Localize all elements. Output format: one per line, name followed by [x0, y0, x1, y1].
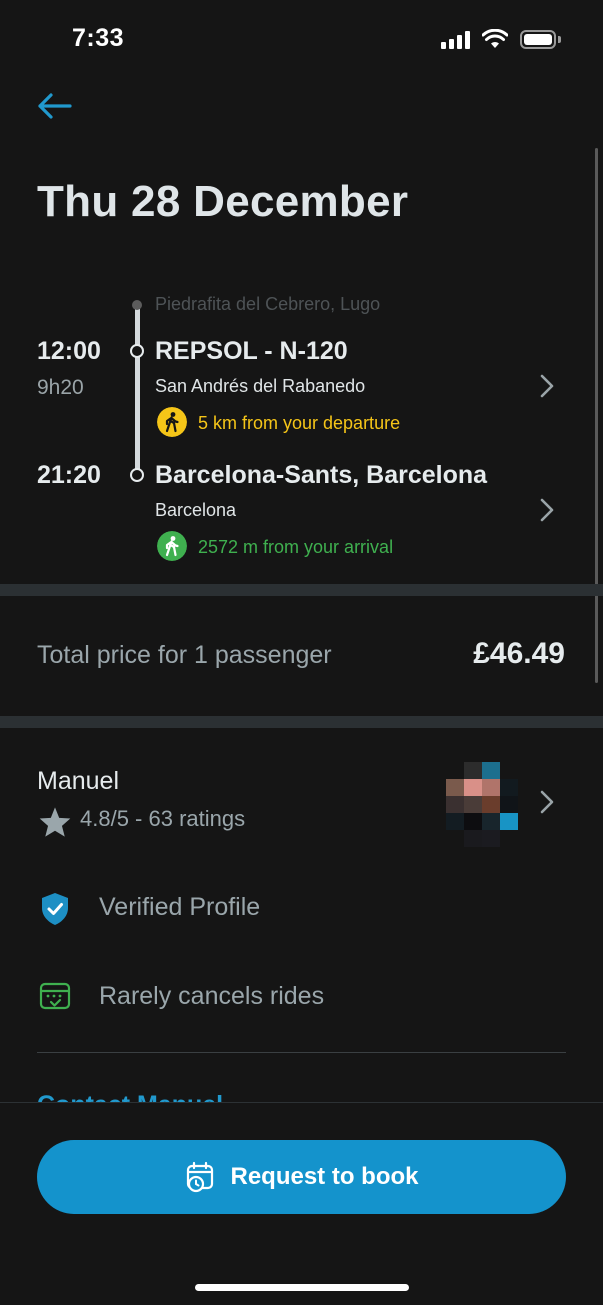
chevron-right-icon[interactable]: [536, 373, 558, 399]
arrival-stop-city: Barcelona: [155, 500, 237, 520]
arrival-stop-name: Barcelona-Sants, Barcelona: [155, 461, 488, 489]
arrival-time: 21:20: [37, 461, 101, 489]
driver-rating: 4.8/5 - 63 ratings: [80, 806, 246, 831]
departure-time: 12:00: [37, 337, 101, 365]
avatar: [446, 762, 518, 848]
scrollbar[interactable]: [595, 148, 598, 683]
verified-profile-label: Verified Profile: [99, 893, 261, 921]
battery-cap: [558, 36, 561, 43]
driver-profile-row[interactable]: Manuel 4.8/5 - 63 ratings: [0, 740, 603, 860]
origin-dot: [132, 300, 142, 310]
divider-line: [37, 1052, 566, 1053]
verified-shield-icon: [42, 893, 68, 925]
section-divider: [0, 584, 603, 596]
page-title: Thu 28 December: [37, 177, 409, 226]
calendar-check-icon: [39, 982, 71, 1010]
request-to-book-button[interactable]: Request to book: [37, 1140, 566, 1214]
back-arrow-icon[interactable]: [34, 88, 78, 124]
arrival-walk-distance: 2572 m from your arrival: [198, 537, 394, 557]
section-divider: [0, 716, 603, 728]
departure-stop-city: San Andrés del Rabanedo: [155, 376, 366, 396]
battery-icon: [520, 30, 556, 49]
departure-dot: [130, 344, 144, 358]
calendar-clock-icon: [187, 1161, 214, 1193]
departure-walk-distance: 5 km from your departure: [198, 413, 401, 433]
departure-stop-name: REPSOL - N-120: [155, 337, 348, 365]
walking-person-icon: [157, 407, 187, 437]
departure-stop[interactable]: REPSOL - N-120 San Andrés del Rabanedo 5…: [155, 333, 575, 443]
wifi-icon: [482, 29, 508, 48]
cellular-signal-icon: [441, 31, 471, 49]
origin-label: Piedrafita del Cebrero, Lugo: [155, 294, 381, 314]
home-indicator[interactable]: [195, 1284, 409, 1291]
arrival-dot: [130, 468, 144, 482]
chevron-right-icon[interactable]: [536, 497, 558, 523]
trip-duration: 9h20: [37, 376, 84, 399]
arrival-stop[interactable]: Barcelona-Sants, Barcelona Barcelona 257…: [155, 457, 575, 567]
price-value: £46.49: [473, 637, 565, 670]
timeline-line: [135, 305, 140, 475]
price-label: Total price for 1 passenger: [37, 641, 332, 669]
request-to-book-label: Request to book: [230, 1163, 419, 1190]
star-icon: [39, 807, 71, 837]
rarely-cancels-label: Rarely cancels rides: [99, 982, 325, 1010]
walking-person-icon: [157, 531, 187, 561]
driver-name: Manuel: [37, 767, 119, 795]
status-time: 7:33: [72, 24, 125, 52]
chevron-right-icon[interactable]: [536, 789, 558, 815]
